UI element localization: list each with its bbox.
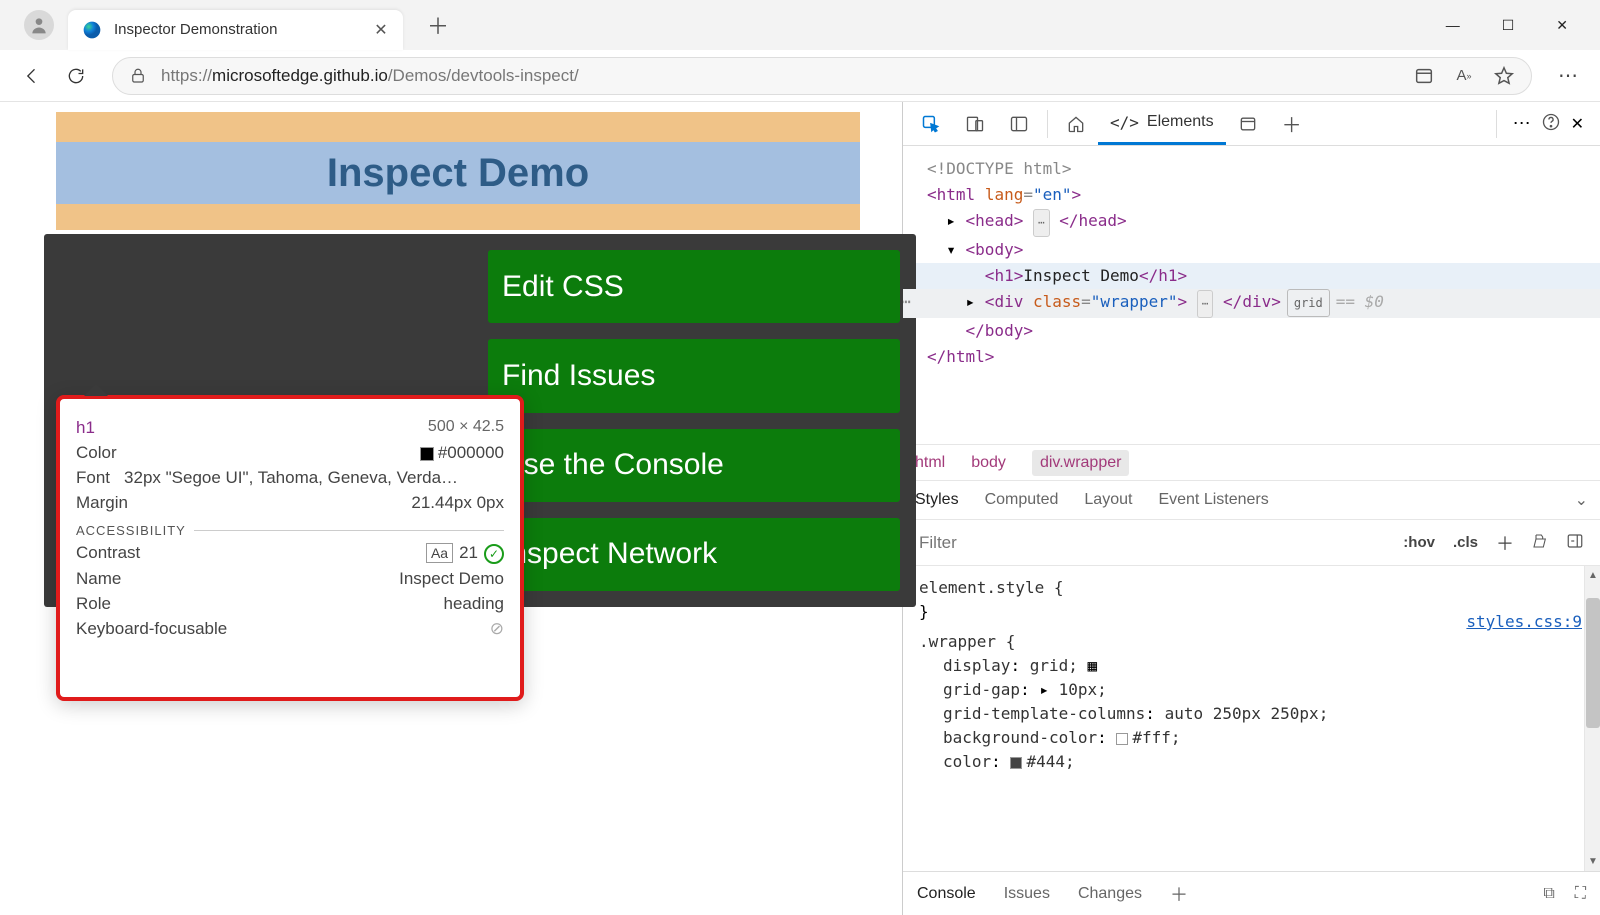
browser-menu-button[interactable]: ⋯ — [1558, 63, 1578, 88]
welcome-tab-button[interactable] — [1054, 103, 1098, 145]
dom-tree[interactable]: <!DOCTYPE html> <html lang="en"> ▸ <head… — [903, 146, 1600, 444]
toggle-class-button[interactable]: .cls — [1453, 534, 1478, 551]
activity-bar-button[interactable] — [997, 103, 1041, 145]
styles-filter-input[interactable] — [903, 533, 1387, 553]
page-margin-top — [56, 112, 860, 142]
application-tab-button[interactable] — [1226, 103, 1270, 145]
new-style-rule-button[interactable]: ＋ — [1496, 530, 1514, 556]
styles-tab[interactable]: Layout — [1084, 491, 1132, 509]
breadcrumb-item[interactable]: html — [915, 454, 945, 472]
edge-favicon-icon — [82, 20, 102, 40]
read-aloud-icon[interactable]: A» — [1453, 65, 1475, 87]
css-declaration[interactable]: background-color: #fff; — [943, 726, 1584, 750]
elements-tab-icon: </> — [1110, 113, 1139, 132]
url-text: https://microsoftedge.github.io/Demos/de… — [161, 66, 579, 86]
app-mode-icon[interactable] — [1413, 65, 1435, 87]
inspect-element-button[interactable] — [909, 103, 953, 145]
css-declaration[interactable]: grid-gap: ▸ 10px; — [943, 678, 1584, 702]
nav-refresh-button[interactable] — [54, 54, 98, 98]
css-declaration[interactable]: grid-template-columns: auto 250px 250px; — [943, 702, 1584, 726]
toggle-hover-button[interactable]: :hov — [1403, 534, 1435, 551]
devtools-drawer[interactable]: Console Issues Changes ＋ ⧉ ⛶ — [903, 871, 1600, 915]
devtools-help-button[interactable] — [1541, 112, 1561, 135]
window-minimize-button[interactable]: — — [1446, 17, 1460, 34]
more-tabs-button[interactable]: ＋ — [1270, 103, 1314, 145]
profile-avatar[interactable] — [24, 10, 54, 40]
device-toggle-button[interactable] — [953, 103, 997, 145]
window-maximize-button[interactable]: ☐ — [1502, 17, 1515, 34]
page-green-button[interactable]: Use the Console — [488, 429, 900, 502]
contrast-pass-icon: ✓ — [484, 544, 504, 564]
css-declaration[interactable]: display: grid; ▦ — [943, 654, 1584, 678]
page-green-button[interactable]: Edit CSS — [488, 250, 900, 323]
tab-title: Inspector Demonstration — [114, 21, 373, 38]
drawer-dock-icon[interactable]: ⧉ — [1543, 885, 1554, 903]
drawer-tab[interactable]: Console — [917, 885, 976, 903]
tooltip-dimensions: 500 × 42.5 — [428, 418, 504, 438]
styles-tab[interactable]: Styles — [915, 491, 959, 509]
tooltip-accessibility-header: ACCESSIBILITY — [76, 523, 504, 538]
inspect-tooltip: h1 500 × 42.5 Color#000000Font32px "Sego… — [56, 395, 524, 701]
window-close-button[interactable]: ✕ — [1556, 17, 1568, 34]
page-green-button[interactable]: Find Issues — [488, 339, 900, 412]
devtools-close-button[interactable]: ✕ — [1571, 114, 1584, 134]
styles-scrollbar[interactable]: ▲ ▼ — [1584, 566, 1600, 871]
drawer-tab[interactable]: Changes — [1078, 885, 1142, 903]
styles-tab[interactable]: Computed — [985, 491, 1059, 509]
breadcrumb-item[interactable]: body — [971, 454, 1006, 472]
dom-breadcrumb[interactable]: html body div.wrapper — [903, 444, 1600, 480]
page-margin-bottom — [56, 204, 860, 230]
styles-tabs-more-icon[interactable]: ⌄ — [1575, 490, 1588, 510]
styles-tabbar[interactable]: Styles Computed Layout Event Listeners ⌄ — [903, 480, 1600, 520]
tooltip-element-tag: h1 — [76, 418, 95, 438]
drawer-add-tab-button[interactable]: ＋ — [1170, 881, 1188, 907]
css-declaration[interactable]: color: #444; — [943, 750, 1584, 774]
styles-tab[interactable]: Event Listeners — [1158, 491, 1268, 509]
nav-back-button[interactable] — [10, 54, 54, 98]
tab-close-icon[interactable]: ✕ — [373, 22, 389, 38]
drawer-tab[interactable]: Issues — [1004, 885, 1050, 903]
drawer-expand-icon[interactable]: ⛶ — [1575, 885, 1586, 903]
new-tab-button[interactable]: ＋ — [423, 10, 453, 40]
page-h1-highlight: Inspect Demo — [56, 142, 860, 204]
elements-tab[interactable]: </> Elements — [1098, 103, 1226, 145]
page-green-button[interactable]: Inspect Network — [488, 518, 900, 591]
devtools-more-button[interactable]: ⋯ — [1513, 113, 1531, 134]
site-lock-icon[interactable] — [129, 67, 147, 85]
breadcrumb-item[interactable]: div.wrapper — [1032, 450, 1130, 476]
address-bar[interactable]: https://microsoftedge.github.io/Demos/de… — [112, 57, 1532, 95]
keyboard-focusable-no-icon: ⊘ — [490, 619, 504, 639]
styles-pane[interactable]: element.style { } .wrapper { styles.css:… — [903, 566, 1600, 871]
copy-styles-button[interactable] — [1532, 533, 1548, 553]
dom-h1-node[interactable]: <h1>Inspect Demo</h1> — [903, 263, 1600, 289]
browser-tab[interactable]: Inspector Demonstration ✕ — [68, 10, 403, 50]
dom-div-wrapper-node[interactable]: ▸ <div class="wrapper"> ⋯ </div>grid== $… — [903, 289, 1600, 318]
computed-sidebar-button[interactable] — [1566, 532, 1584, 554]
favorites-star-icon[interactable] — [1493, 65, 1515, 87]
styles-source-link[interactable]: styles.css:9 — [1466, 610, 1582, 634]
